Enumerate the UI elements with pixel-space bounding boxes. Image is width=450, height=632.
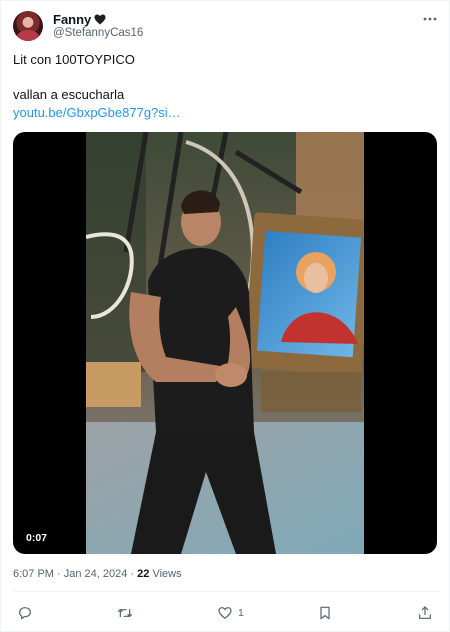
tweet-meta: 6:07 PM · Jan 24, 2024 · 22 Views (13, 568, 182, 580)
video-frame (86, 132, 364, 554)
views-count: 22 (137, 568, 150, 580)
tweet-text-line-2: vallan a escucharla (13, 87, 125, 102)
video-duration: 0:07 (21, 530, 53, 546)
user-handle[interactable]: @StefannyCas16 (53, 27, 143, 39)
video-player[interactable]: 0:07 (13, 132, 437, 554)
more-options-icon[interactable] (421, 12, 439, 26)
like-count: 1 (238, 607, 244, 619)
black-heart-icon (94, 14, 106, 24)
retweet-icon (117, 608, 133, 618)
display-name[interactable]: Fanny (53, 12, 91, 27)
video-still-image (86, 132, 364, 554)
divider (13, 591, 439, 592)
tweet-timestamp[interactable]: 6:07 PM · Jan 24, 2024 · (13, 568, 137, 580)
reply-icon (19, 607, 31, 620)
name-row: Fanny (53, 11, 106, 27)
like-button[interactable]: 1 (217, 603, 244, 623)
views-label: Views (149, 568, 182, 580)
bookmark-icon (320, 606, 330, 620)
tweet-actions: 1 (1, 599, 450, 627)
tweet-header: Fanny @StefannyCas16 (13, 10, 439, 42)
bookmark-button[interactable] (317, 603, 333, 623)
share-button[interactable] (417, 603, 433, 623)
heart-icon (218, 607, 232, 619)
tweet-text-line-1: Lit con 100TOYPICO (13, 52, 135, 67)
retweet-button[interactable] (117, 603, 133, 623)
avatar[interactable] (13, 11, 43, 41)
youtube-link[interactable]: youtu.be/GbxpGbe877g?si… (13, 105, 181, 121)
tweet-card: Fanny @StefannyCas16 Lit con 100TOYPICO … (0, 0, 450, 632)
share-icon (419, 606, 431, 619)
reply-button[interactable] (17, 603, 33, 623)
